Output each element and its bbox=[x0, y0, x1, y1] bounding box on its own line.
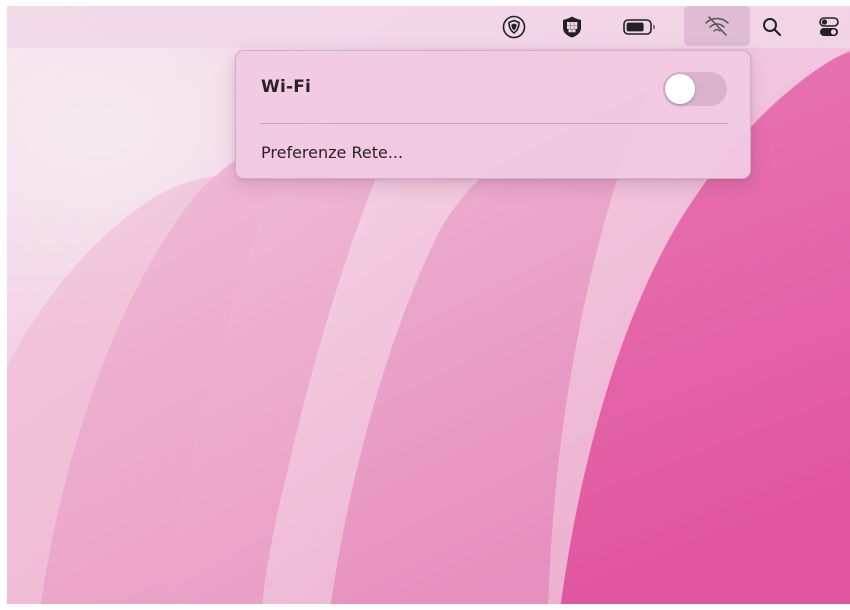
desktop: Wi-Fi Preferenze Rete... bbox=[0, 0, 850, 610]
screen-border-top bbox=[0, 0, 850, 6]
grid-app-icon[interactable] bbox=[555, 6, 589, 48]
network-preferences-label: Preferenze Rete... bbox=[261, 143, 404, 162]
menu-bar bbox=[7, 6, 850, 48]
battery-icon[interactable] bbox=[620, 6, 660, 48]
wifi-off-icon bbox=[705, 16, 729, 36]
wifi-toggle-knob bbox=[665, 74, 695, 104]
wifi-menu-title: Wi-Fi bbox=[261, 77, 312, 97]
wifi-menu-button[interactable] bbox=[684, 6, 750, 46]
menu-divider bbox=[260, 123, 728, 124]
screen-border-left bbox=[0, 0, 7, 610]
network-preferences-item[interactable]: Preferenze Rete... bbox=[245, 135, 741, 169]
wifi-dropdown-menu: Wi-Fi Preferenze Rete... bbox=[235, 50, 751, 179]
control-center-icon[interactable] bbox=[812, 6, 846, 48]
screen-border-bottom bbox=[0, 604, 850, 610]
wifi-toggle[interactable] bbox=[663, 72, 727, 106]
search-icon[interactable] bbox=[757, 6, 787, 48]
vpn-shield-icon[interactable] bbox=[497, 6, 531, 48]
